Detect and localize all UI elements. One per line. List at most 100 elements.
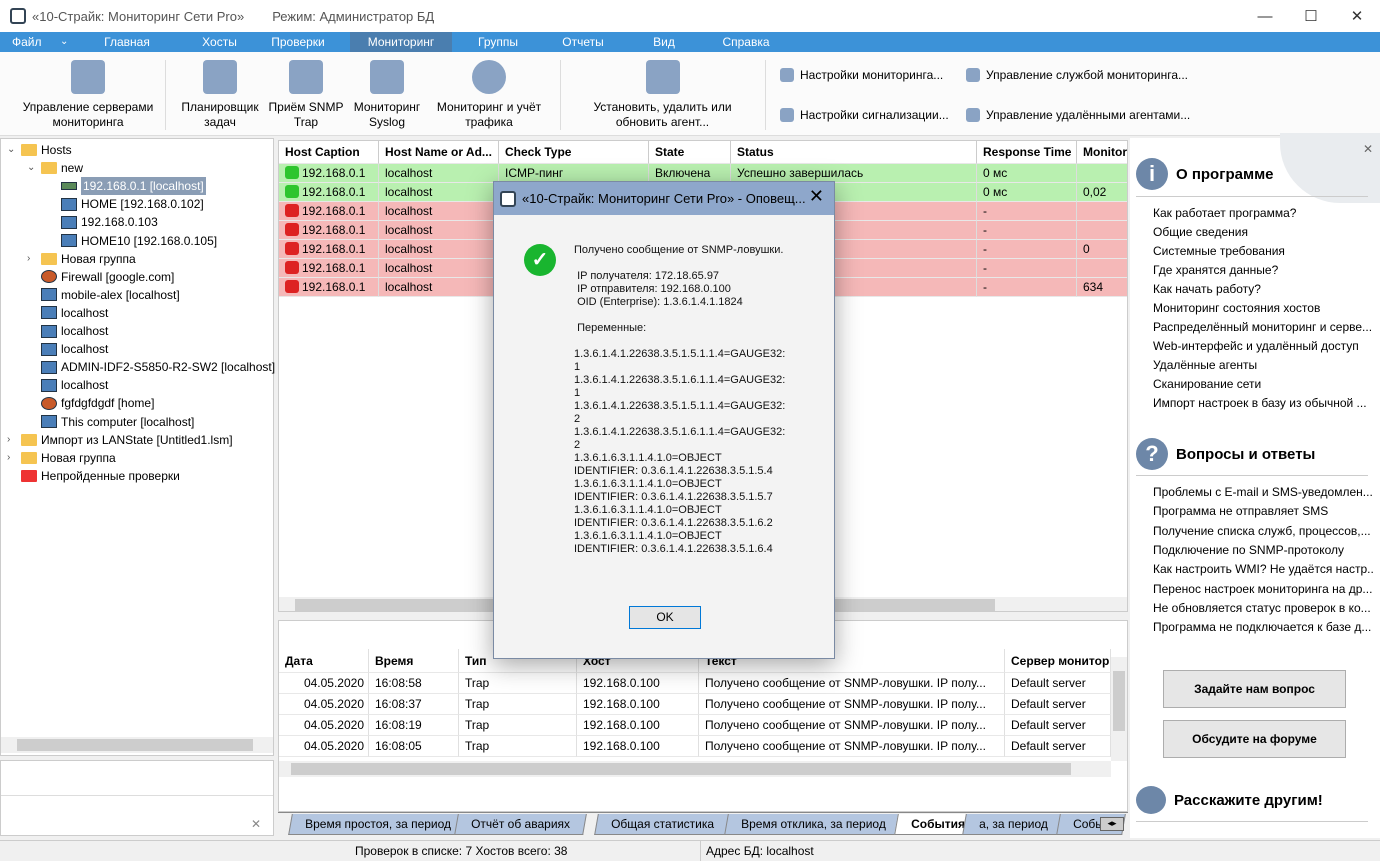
faq-link[interactable]: Проблемы с E-mail и SMS-уведомлен... xyxy=(1153,483,1373,502)
tab-5[interactable]: а, за период xyxy=(962,814,1065,835)
column-header[interactable]: Monitor xyxy=(1077,141,1127,164)
table-row[interactable]: 04.05.2020 16:08:37 Trap 192.168.0.100 Получ… xyxy=(279,694,1111,715)
tree-item[interactable]: localhost xyxy=(27,340,108,358)
monitoring-settings-button[interactable]: Настройки мониторинга... xyxy=(780,68,943,82)
faq-link[interactable]: Как настроить WMI? Не удаётся настр... xyxy=(1153,560,1373,579)
close-icon[interactable]: ✕ xyxy=(251,817,261,831)
menu-3[interactable]: Проверки xyxy=(252,32,344,52)
column-header[interactable]: Host Caption xyxy=(279,141,379,164)
events-hscrollbar[interactable] xyxy=(279,761,1111,777)
tree-item[interactable]: HOME [192.168.0.102] xyxy=(47,195,204,213)
remote-agents-button[interactable]: Управление удалёнными агентами... xyxy=(966,108,1190,122)
cell: - xyxy=(977,221,1077,240)
column-header[interactable]: Host Name or Ad... xyxy=(379,141,499,164)
column-header[interactable]: Время xyxy=(369,649,459,673)
heading-text: О программе xyxy=(1176,165,1274,183)
faq-link[interactable]: Подключение по SNMP-протоколу xyxy=(1153,541,1373,560)
tree-item[interactable]: localhost xyxy=(27,322,108,340)
traffic-button[interactable]: Мониторинг и учёт трафика xyxy=(430,60,548,130)
tree-item[interactable]: HOME10 [192.168.0.105] xyxy=(47,232,217,250)
about-link[interactable]: Импорт настроек в базу из обычной ... xyxy=(1153,394,1373,413)
column-header[interactable]: Check Type xyxy=(499,141,649,164)
menu-5[interactable]: Группы xyxy=(452,32,544,52)
about-link[interactable]: Как начать работу? xyxy=(1153,280,1373,299)
about-link[interactable]: Как работает программа? xyxy=(1153,204,1373,223)
tree-item[interactable]: › Новая группа xyxy=(7,449,116,467)
column-header[interactable]: Response Time xyxy=(977,141,1077,164)
column-header[interactable]: State xyxy=(649,141,731,164)
faq-link[interactable]: Программа не подключается к базе д... xyxy=(1153,618,1373,637)
minimize-button[interactable]: — xyxy=(1242,0,1288,32)
faq-link[interactable]: Перенос настроек мониторинга на др... xyxy=(1153,580,1373,599)
column-header[interactable]: Status xyxy=(731,141,977,164)
agent-button[interactable]: Установить, удалить или обновить агент..… xyxy=(585,60,740,130)
menu-7[interactable]: Вид xyxy=(624,32,704,52)
faq-link[interactable]: Программа не отправляет SMS xyxy=(1153,502,1373,521)
tab-0[interactable]: Время простоя, за период xyxy=(288,814,468,835)
close-button[interactable]: ✕ xyxy=(1334,0,1380,32)
expander-icon[interactable]: › xyxy=(27,250,37,268)
menu-6[interactable]: Отчеты xyxy=(540,32,626,52)
tab-2[interactable]: Общая статистика xyxy=(594,814,731,835)
about-link[interactable]: Системные требования xyxy=(1153,242,1373,261)
alert-settings-button[interactable]: Настройки сигнализации... xyxy=(780,108,949,122)
expander-icon[interactable]: ⌄ xyxy=(7,141,17,159)
forum-button[interactable]: Обсудите на форуме xyxy=(1163,720,1346,758)
events-vscrollbar[interactable] xyxy=(1111,657,1127,761)
tab-scroll-arrows[interactable]: ◂▸ xyxy=(1100,817,1124,831)
table-row[interactable]: 04.05.2020 16:08:58 Trap 192.168.0.100 Получ… xyxy=(279,673,1111,694)
table-row[interactable]: 04.05.2020 16:08:19 Trap 192.168.0.100 Получ… xyxy=(279,715,1111,736)
about-link[interactable]: Общие сведения xyxy=(1153,223,1373,242)
tab-3[interactable]: Время отклика, за период xyxy=(724,814,903,835)
tree-item[interactable]: Непройденные проверки xyxy=(7,467,180,485)
ok-button[interactable]: OK xyxy=(629,606,701,629)
tree-item[interactable]: ADMIN-IDF2-S5850-R2-SW2 [localhost] xyxy=(27,358,275,376)
expander-icon[interactable]: ⌄ xyxy=(27,159,37,177)
tab-1[interactable]: Отчёт об авариях xyxy=(454,814,587,835)
manage-servers-button[interactable]: Управление серверами мониторинга xyxy=(18,60,158,130)
snmp-trap-button[interactable]: Приём SNMP Trap xyxy=(266,60,346,130)
table-row[interactable]: 04.05.2020 16:08:05 Trap 192.168.0.100 Получ… xyxy=(279,736,1111,757)
menu-1[interactable]: Главная xyxy=(82,32,172,52)
tree-item[interactable]: ⌄ new xyxy=(27,159,83,177)
tree-scrollbar[interactable] xyxy=(1,737,273,753)
tree-item[interactable]: localhost xyxy=(27,304,108,322)
service-control-button[interactable]: Управление службой мониторинга... xyxy=(966,68,1188,82)
tree-item[interactable]: This computer [localhost] xyxy=(27,413,194,431)
expander-icon[interactable]: › xyxy=(7,449,17,467)
about-link[interactable]: Где хранятся данные? xyxy=(1153,261,1373,280)
dialog-close-button[interactable]: ✕ xyxy=(809,186,824,207)
close-icon[interactable]: ✕ xyxy=(1363,142,1373,156)
tree-item[interactable]: › Импорт из LANState [Untitled1.lsm] xyxy=(7,431,233,449)
about-link[interactable]: Распределённый мониторинг и серве... xyxy=(1153,318,1373,337)
about-link[interactable]: Web-интерфейс и удалённый доступ xyxy=(1153,337,1373,356)
tree-item[interactable]: › Новая группа xyxy=(27,250,136,268)
cell-text: ICMP-пинг xyxy=(505,166,564,180)
expander-icon[interactable]: › xyxy=(7,431,17,449)
maximize-button[interactable]: ☐ xyxy=(1288,0,1334,32)
scheduler-button[interactable]: Планировщик задач xyxy=(176,60,264,130)
about-link[interactable]: Сканирование сети xyxy=(1153,375,1373,394)
tree-item[interactable]: fgfdgfdgdf [home] xyxy=(27,394,154,412)
cell: 0 мс xyxy=(977,164,1077,183)
chevron-down-icon[interactable]: ⌄ xyxy=(60,32,68,52)
tree-item[interactable]: mobile-alex [localhost] xyxy=(27,286,180,304)
faq-link[interactable]: Не обновляется статус проверок в ко... xyxy=(1153,599,1373,618)
syslog-button[interactable]: Мониторинг Syslog xyxy=(348,60,426,130)
cell xyxy=(1077,221,1127,240)
tree-item[interactable]: 192.168.0.1 [localhost] xyxy=(47,177,206,196)
cell: 192.168.0.100 xyxy=(577,694,699,715)
faq-link[interactable]: Получение списка служб, процессов,... xyxy=(1153,522,1373,541)
ask-question-button[interactable]: Задайте нам вопрос xyxy=(1163,670,1346,708)
column-header[interactable]: Сервер монитор. xyxy=(1005,649,1111,673)
menu-4[interactable]: Мониторинг xyxy=(350,32,452,52)
menu-8[interactable]: Справка xyxy=(706,32,786,52)
tree-item[interactable]: ⌄ Hosts xyxy=(7,141,72,159)
tree-item[interactable]: localhost xyxy=(27,376,108,394)
mode-label: Режим: Администратор БД xyxy=(272,8,435,24)
tree-item[interactable]: 192.168.0.103 xyxy=(47,213,158,231)
tree-item[interactable]: Firewall [google.com] xyxy=(27,268,174,286)
about-link[interactable]: Удалённые агенты xyxy=(1153,356,1373,375)
column-header[interactable]: Дата xyxy=(279,649,369,673)
about-link[interactable]: Мониторинг состояния хостов xyxy=(1153,299,1373,318)
